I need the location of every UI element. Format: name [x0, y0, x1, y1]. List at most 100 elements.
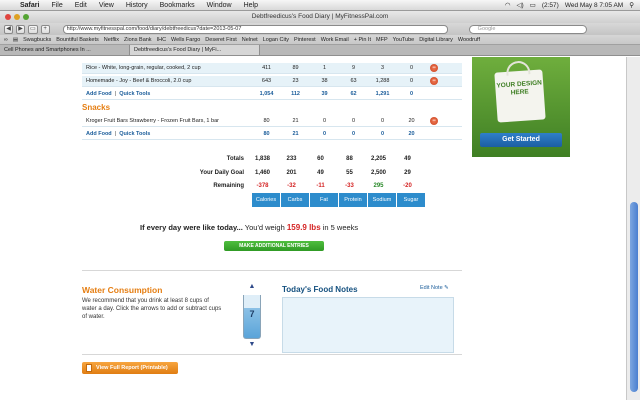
bookmark-item[interactable]: + Pin It — [354, 37, 371, 43]
spotlight-icon[interactable]: ⚲ — [629, 1, 634, 9]
search-input[interactable]: Google — [468, 24, 587, 34]
page-scrollbar[interactable] — [626, 57, 640, 400]
column-header-calories: Calories — [252, 193, 281, 207]
food-sodium: 3 — [380, 65, 385, 71]
clock[interactable]: Wed May 8 7:05 AM — [565, 2, 623, 9]
advertisement[interactable]: YOUR DESIGN HERE Get Started — [472, 57, 570, 157]
make-additional-entries-button[interactable]: MAKE ADDITIONAL ENTRIES — [224, 241, 324, 251]
meal-summary-row: Add Food | Quick Tools 80 21 0 0 0 20 — [82, 129, 462, 140]
bookmark-icon[interactable]: ▤ — [13, 37, 18, 43]
bookmark-item[interactable]: Wells Fargo — [171, 37, 200, 43]
mac-menubar: Safari File Edit View History Bookmarks … — [0, 0, 640, 11]
food-protein: 63 — [350, 78, 357, 84]
goal-sugar: 29 — [404, 170, 411, 176]
food-name[interactable]: Homemade - Joy - Beef & Broccoli, 2.0 cu… — [82, 78, 252, 84]
meal-calories: 80 — [263, 131, 270, 137]
bookmark-item[interactable]: Bountiful Baskets — [56, 37, 99, 43]
food-carbs: 89 — [292, 65, 299, 71]
menu-view[interactable]: View — [93, 2, 120, 9]
menu-app[interactable]: Safari — [14, 2, 45, 9]
menu-file[interactable]: File — [45, 2, 68, 9]
address-bar[interactable]: http://www.myfitnesspal.com/food/diary/d… — [62, 24, 448, 34]
water-decrease-icon[interactable]: ▼ — [245, 341, 259, 348]
bookmark-item[interactable]: Zions Bank — [124, 37, 152, 43]
quick-tools-link[interactable]: Quick Tools — [119, 91, 150, 97]
menu-history[interactable]: History — [120, 2, 154, 9]
forward-button[interactable]: ▶ — [16, 24, 25, 34]
battery-icon[interactable]: ▭ — [530, 1, 536, 9]
menu-bookmarks[interactable]: Bookmarks — [154, 2, 201, 9]
total-protein: 88 — [346, 156, 353, 162]
bookmark-item[interactable]: Pinterest — [294, 37, 316, 43]
food-calories: 411 — [262, 65, 271, 71]
meal-calories: 1,054 — [259, 91, 274, 97]
wifi-icon[interactable]: ◠ — [505, 1, 511, 9]
window-title: Debtfreedicus's Food Diary | MyFitnessPa… — [251, 13, 389, 20]
bookmark-item[interactable]: Digital Library — [419, 37, 453, 43]
screen-icon[interactable]: ▭ — [28, 24, 38, 34]
bookmark-item[interactable]: MFP — [376, 37, 388, 43]
total-carbs: 233 — [286, 156, 297, 162]
add-bookmark-button[interactable]: + — [40, 24, 50, 34]
delete-food-icon[interactable]: − — [430, 64, 438, 72]
food-sodium: 0 — [380, 118, 385, 124]
food-carbs: 23 — [292, 78, 299, 84]
tab-cell-phones[interactable]: Cell Phones and Smartphones In ... — [0, 45, 130, 55]
edit-note-label[interactable]: Edit Note — [420, 285, 443, 291]
menu-edit[interactable]: Edit — [69, 2, 93, 9]
bookmark-item[interactable]: Nelnet — [242, 37, 258, 43]
meal-sodium: 1,291 — [375, 91, 390, 97]
food-calories: 643 — [261, 78, 272, 84]
get-started-button[interactable]: Get Started — [480, 133, 562, 147]
volume-icon[interactable]: ◁) — [517, 1, 524, 9]
quick-tools-link[interactable]: Quick Tools — [119, 131, 150, 137]
pencil-icon[interactable]: ✎ — [444, 285, 449, 291]
minimize-window-button[interactable] — [14, 14, 20, 20]
window-titlebar: Debtfreedicus's Food Diary | MyFitnessPa… — [0, 11, 640, 23]
delete-food-icon[interactable]: − — [430, 77, 438, 85]
page-content: Rice - White, long-grain, regular, cooke… — [0, 57, 626, 400]
meal-sodium: 0 — [380, 131, 385, 137]
battery-time: (2:57) — [541, 1, 559, 9]
tab-food-diary[interactable]: Debtfreedicus's Food Diary | MyFi... — [130, 45, 260, 55]
food-name[interactable]: Rice - White, long-grain, regular, cooke… — [82, 65, 252, 71]
delete-food-icon[interactable]: − — [430, 117, 438, 125]
bookmark-item[interactable]: Logan City — [263, 37, 289, 43]
bookmark-item[interactable]: Deseret First — [205, 37, 236, 43]
bookmark-item[interactable]: YouTube — [393, 37, 415, 43]
column-header-sugar: Sugar — [397, 193, 426, 207]
back-button[interactable]: ◀ — [4, 24, 13, 34]
bookmark-item[interactable]: Netflix — [104, 37, 119, 43]
meal-summary-row: Add Food | Quick Tools 1,054 112 39 62 1,2… — [82, 89, 462, 100]
bookmark-item[interactable]: Swagbucks — [23, 37, 51, 43]
projection-middle: You'd weigh — [244, 223, 285, 232]
food-notes-box[interactable] — [282, 297, 454, 353]
bookmarks-bar: ∞ ▤ Swagbucks Bountiful Baskets Netflix … — [0, 35, 640, 45]
menu-window[interactable]: Window — [201, 2, 238, 9]
water-recommendation: We recommend that you drink at least 8 c… — [82, 298, 222, 320]
bookmark-item[interactable]: Work Email — [321, 37, 349, 43]
remaining-label: Remaining — [213, 183, 244, 189]
browser-toolbar: ◀ ▶ ▭ + http://www.myfitnesspal.com/food… — [0, 23, 640, 35]
food-name[interactable]: Kroger Fruit Bars Strawberry - Frozen Fr… — [82, 118, 252, 124]
add-food-link[interactable]: Add Food — [86, 91, 112, 97]
reading-list-icon[interactable]: ∞ — [4, 37, 8, 43]
goal-carbs: 201 — [286, 170, 297, 176]
menu-help[interactable]: Help — [238, 2, 264, 9]
meal-links: Add Food | Quick Tools — [86, 131, 151, 137]
remaining-sodium: 295 — [373, 183, 384, 189]
zoom-window-button[interactable] — [23, 14, 29, 20]
bookmark-item[interactable]: IHC — [157, 37, 166, 43]
document-icon — [86, 364, 92, 372]
scrollbar-thumb[interactable] — [630, 202, 638, 392]
bookmark-item[interactable]: Woodruff — [458, 37, 480, 43]
water-increase-icon[interactable]: ▲ — [245, 283, 259, 290]
column-header-carbs: Carbs — [281, 193, 310, 207]
add-food-link[interactable]: Add Food — [86, 131, 112, 137]
column-header-protein: Protein — [339, 193, 368, 207]
snacks-heading: Snacks — [82, 103, 111, 112]
food-calories: 80 — [263, 118, 270, 124]
edit-note-link[interactable]: Edit Note ✎ — [420, 285, 449, 291]
close-window-button[interactable] — [5, 14, 11, 20]
view-full-report-button[interactable]: View Full Report (Printable) — [82, 362, 178, 374]
